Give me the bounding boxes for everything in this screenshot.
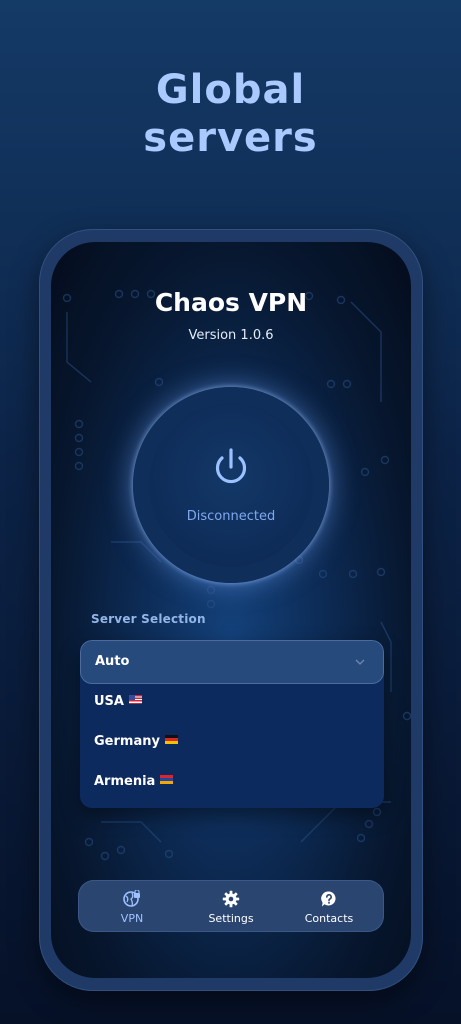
server-option-germany[interactable]: Germany [94,734,178,749]
us-flag-icon [128,695,142,704]
bottom-navigation: VPN Settings Contacts [78,880,384,932]
app-version: Version 1.0.6 [188,328,274,343]
marketing-headline: Global servers [0,66,461,162]
server-select[interactable]: Auto [80,640,384,684]
headline-line-2: servers [143,115,318,161]
server-selection-label: Server Selection [91,612,206,626]
nav-item-settings[interactable]: Settings [191,880,271,932]
power-button[interactable]: Disconnected [133,387,329,583]
server-option-label: USA [94,694,124,709]
headline-line-1: Global [155,67,306,113]
chevron-down-icon [355,659,365,665]
de-flag-icon [164,735,178,744]
server-dropdown: Auto USA Germany Armenia [80,640,384,808]
power-icon [215,448,247,484]
nav-item-vpn[interactable]: VPN [92,880,172,932]
server-option-usa[interactable]: USA [94,694,142,709]
globe-lock-icon [123,890,140,907]
nav-label-vpn: VPN [120,912,144,925]
nav-item-contacts[interactable]: Contacts [289,880,369,932]
selected-server: Auto [95,654,130,669]
gear-icon [222,890,240,908]
app-title: Chaos VPN [154,288,308,317]
nav-label-contacts: Contacts [304,912,354,925]
power-button-inner: Disconnected [149,403,313,567]
connection-status: Disconnected [186,509,276,524]
am-flag-icon [160,775,174,784]
server-option-armenia[interactable]: Armenia [94,774,174,789]
server-option-label: Germany [94,734,160,749]
circuit-background [62,289,411,861]
nav-label-settings: Settings [208,912,254,925]
help-chat-icon [321,891,336,907]
app-screen: Chaos VPN Version 1.0.6 Disconnected Ser… [51,242,411,978]
server-option-label: Armenia [94,774,156,789]
